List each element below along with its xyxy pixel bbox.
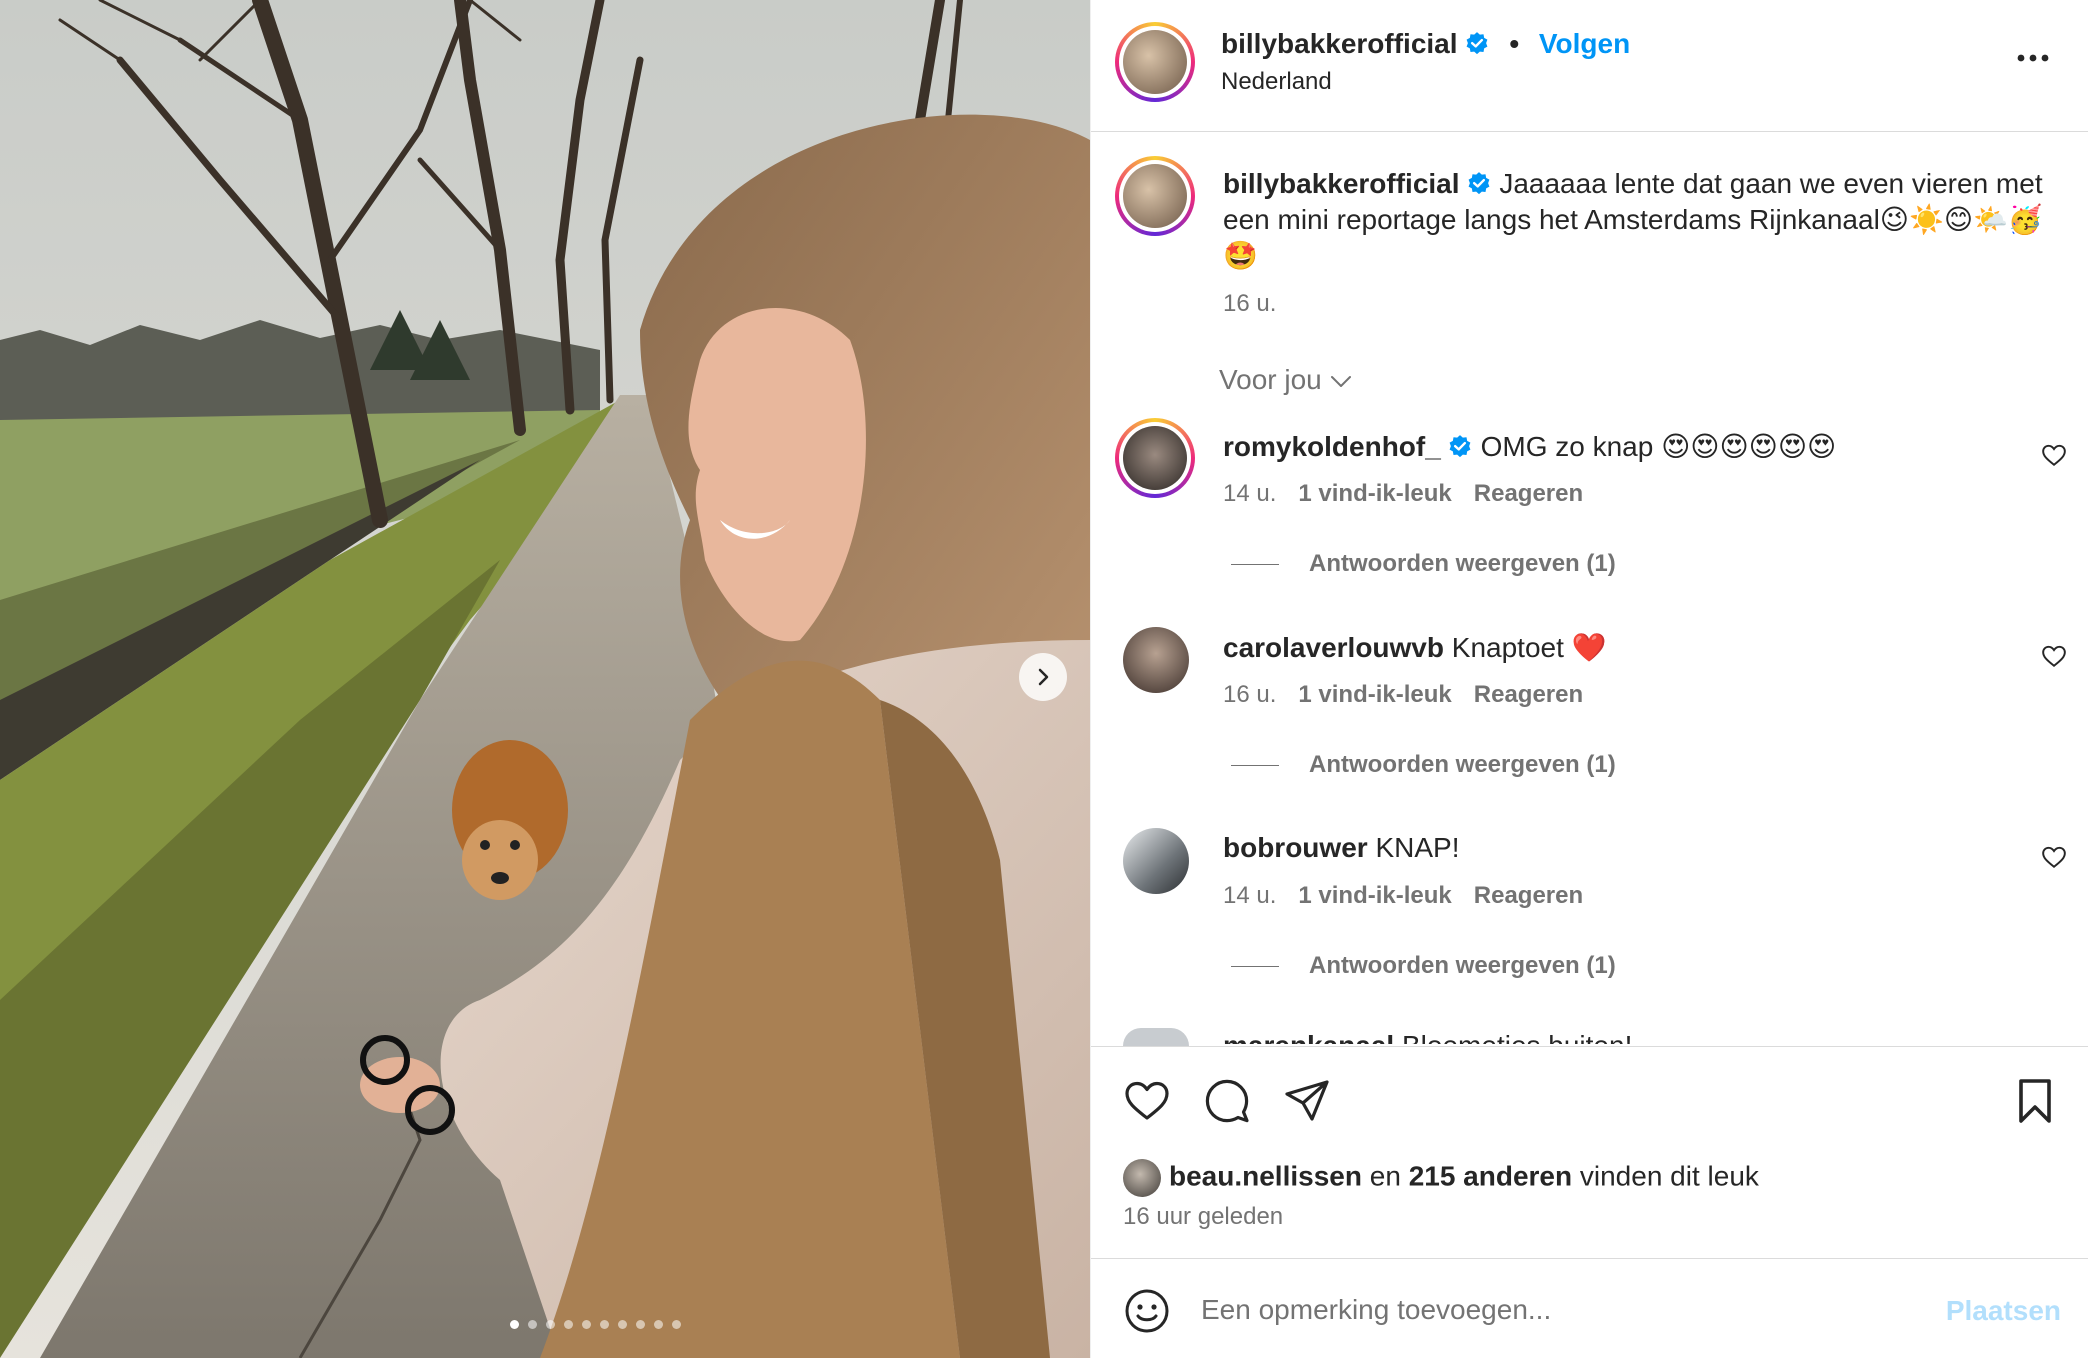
comment-username[interactable]: carolaverlouwvb (1223, 632, 1444, 663)
separator-dot: • (1509, 28, 1520, 59)
caption-username[interactable]: billybakkerofficial (1223, 168, 1460, 199)
share-icon[interactable] (1283, 1077, 1331, 1125)
reply-button[interactable]: Reageren (1474, 681, 1583, 708)
comment-icon[interactable] (1203, 1077, 1251, 1125)
comment-text: Knaptoet ❤️ (1451, 632, 1607, 663)
comment-meta: 16 u. 1 vind-ik-leuk Reageren (1223, 681, 1605, 709)
comment-body: bobrouwer KNAP! (1223, 832, 1459, 864)
comment-composer: Plaatsen (1091, 1258, 2088, 1358)
verified-icon (1449, 435, 1471, 458)
emoji-icon[interactable] (1123, 1287, 1171, 1335)
likes-suffix: vinden dit leuk (1579, 1160, 1759, 1192)
carousel-dot (617, 1320, 627, 1329)
more-icon[interactable] (2013, 48, 2053, 68)
likes-summary: beau.nellissen en 215 anderen vinden dit… (1123, 1159, 1759, 1197)
comment-sort-dropdown[interactable]: Voor jou (1219, 364, 1352, 396)
comment-text: KNAP! (1375, 832, 1460, 863)
carousel-dot (599, 1320, 609, 1329)
view-replies-label: Antwoorden weergeven (1) (1309, 550, 1616, 577)
post-comment-button[interactable]: Plaatsen (1946, 1295, 2061, 1327)
caption-time[interactable]: 16 u. (1223, 290, 1276, 318)
comment-meta: 14 u. 1 vind-ik-leuk Reageren (1223, 480, 1605, 508)
comment-text: OMG zo knap 😍😍😍😍😍😍 (1480, 431, 1837, 462)
replies-line (1231, 564, 1279, 566)
post-header: billybakkerofficial • Volgen Nederland (1091, 0, 2088, 132)
commenter-avatar[interactable] (1123, 1028, 1189, 1046)
liker-avatar[interactable] (1123, 1159, 1161, 1197)
first-liker[interactable]: beau.nellissen (1169, 1160, 1362, 1191)
commenter-avatar[interactable] (1115, 418, 1195, 498)
replies-line (1231, 765, 1279, 767)
comment-meta: 14 u. 1 vind-ik-leuk Reageren (1223, 882, 1605, 910)
comment-body: romykoldenhof_ OMG zo knap 😍😍😍😍😍😍 (1223, 430, 1836, 463)
post-timestamp[interactable]: 16 uur geleden (1123, 1203, 1283, 1231)
view-replies-button[interactable]: Antwoorden weergeven (1) (1231, 751, 1616, 779)
likes-count[interactable]: 215 anderen (1409, 1160, 1572, 1191)
comment-likes[interactable]: 1 vind-ik-leuk (1298, 681, 1451, 708)
author-avatar[interactable] (1115, 22, 1195, 102)
comment-body: marenkanaal Bloemetjes buiten! (1223, 1030, 1632, 1044)
author-line: billybakkerofficial • Volgen (1221, 28, 1630, 60)
comment-username[interactable]: romykoldenhof_ (1223, 431, 1441, 462)
post-caption: billybakkerofficial Jaaaaaa lente dat ga… (1223, 166, 2043, 274)
post-actions: beau.nellissen en 215 anderen vinden dit… (1091, 1046, 2088, 1258)
reply-button[interactable]: Reageren (1474, 882, 1583, 909)
commenter-avatar[interactable] (1123, 627, 1189, 693)
comment-body: carolaverlouwvb Knaptoet ❤️ (1223, 631, 1607, 664)
carousel-dot (671, 1320, 681, 1329)
comment-input[interactable] (1201, 1285, 1901, 1335)
comment-username[interactable]: marenkanaal (1223, 1030, 1394, 1044)
post-location[interactable]: Nederland (1221, 68, 1332, 96)
reply-button[interactable]: Reageren (1474, 480, 1583, 507)
carousel-dot (509, 1320, 519, 1329)
post-detail-panel: billybakkerofficial • Volgen Nederland b… (1090, 0, 2088, 1358)
heart-icon[interactable] (2041, 442, 2067, 468)
view-replies-label: Antwoorden weergeven (1) (1309, 751, 1616, 778)
comment-sort-label: Voor jou (1219, 364, 1322, 395)
comment-text: Bloemetjes buiten! (1402, 1030, 1632, 1044)
heart-icon[interactable] (1123, 1077, 1171, 1125)
carousel-dot (545, 1320, 555, 1329)
photo-scene (0, 0, 1090, 1358)
view-replies-button[interactable]: Antwoorden weergeven (1) (1231, 550, 1616, 578)
carousel-dot (563, 1320, 573, 1329)
author-username[interactable]: billybakkerofficial (1221, 28, 1458, 59)
view-replies-button[interactable]: Antwoorden weergeven (1) (1231, 952, 1616, 980)
next-arrow-icon (1038, 668, 1049, 686)
carousel-indicator (0, 1320, 1090, 1329)
post-photo[interactable] (0, 0, 1090, 1358)
verified-icon (1466, 32, 1487, 55)
comment-time[interactable]: 14 u. (1223, 882, 1276, 909)
comment-time[interactable]: 16 u. (1223, 681, 1276, 708)
caption-author-avatar[interactable] (1115, 156, 1195, 236)
chevron-down-icon (1330, 375, 1351, 387)
carousel-next-button[interactable] (1019, 653, 1067, 701)
verified-icon (1468, 172, 1489, 195)
comment-likes[interactable]: 1 vind-ik-leuk (1298, 882, 1451, 909)
bookmark-icon[interactable] (2011, 1077, 2059, 1125)
heart-icon[interactable] (2041, 844, 2067, 870)
comment-username[interactable]: bobrouwer (1223, 832, 1368, 863)
heart-icon[interactable] (2041, 643, 2067, 669)
carousel-dot (527, 1320, 537, 1329)
replies-line (1231, 966, 1279, 968)
comment-likes[interactable]: 1 vind-ik-leuk (1298, 480, 1451, 507)
view-replies-label: Antwoorden weergeven (1) (1309, 952, 1616, 979)
likes-joiner: en (1369, 1160, 1401, 1192)
carousel-dot (635, 1320, 645, 1329)
carousel-dot (581, 1320, 591, 1329)
carousel-dot (653, 1320, 663, 1329)
comment-time[interactable]: 14 u. (1223, 480, 1276, 507)
commenter-avatar[interactable] (1123, 828, 1189, 894)
follow-button[interactable]: Volgen (1539, 28, 1630, 59)
